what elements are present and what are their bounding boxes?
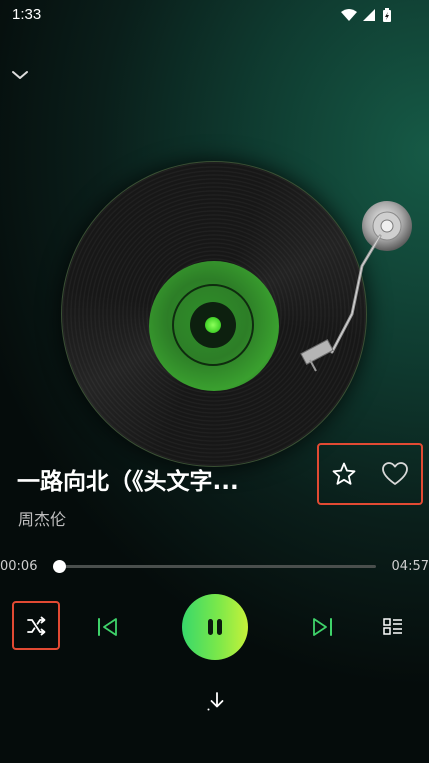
- like-button[interactable]: [381, 461, 409, 487]
- pause-button[interactable]: [182, 594, 248, 660]
- download-icon: [207, 692, 224, 711]
- playlist-button[interactable]: [383, 618, 403, 636]
- next-button[interactable]: [310, 616, 334, 638]
- battery-charging-icon: [383, 8, 391, 22]
- current-time: 00:06: [0, 559, 38, 574]
- previous-button[interactable]: [96, 616, 120, 638]
- status-time: 1:33: [12, 6, 42, 23]
- collapse-button[interactable]: [9, 64, 31, 86]
- status-icons: [339, 7, 399, 22]
- shuffle-icon: [27, 616, 46, 636]
- cell-signal-icon: [363, 9, 375, 21]
- artist-name[interactable]: 周杰伦: [18, 506, 66, 530]
- progress-thumb[interactable]: [53, 560, 66, 573]
- total-time: 04:57: [391, 559, 429, 574]
- progress-bar[interactable]: [57, 565, 376, 568]
- download-button[interactable]: [204, 690, 228, 714]
- pause-icon: [208, 619, 222, 635]
- song-title: 一路向北（《头文字...: [17, 469, 239, 495]
- tonearm-icon: [300, 201, 412, 372]
- playlist-icon: [383, 618, 402, 635]
- wifi-icon: [341, 9, 357, 21]
- favorite-button[interactable]: [331, 461, 357, 487]
- star-icon: [332, 462, 356, 485]
- record-spindle: [205, 317, 221, 333]
- next-icon: [313, 618, 332, 636]
- previous-icon: [98, 618, 117, 636]
- shuffle-button[interactable]: [25, 615, 47, 637]
- heart-icon: [382, 462, 408, 485]
- chevron-down-icon: [12, 71, 28, 79]
